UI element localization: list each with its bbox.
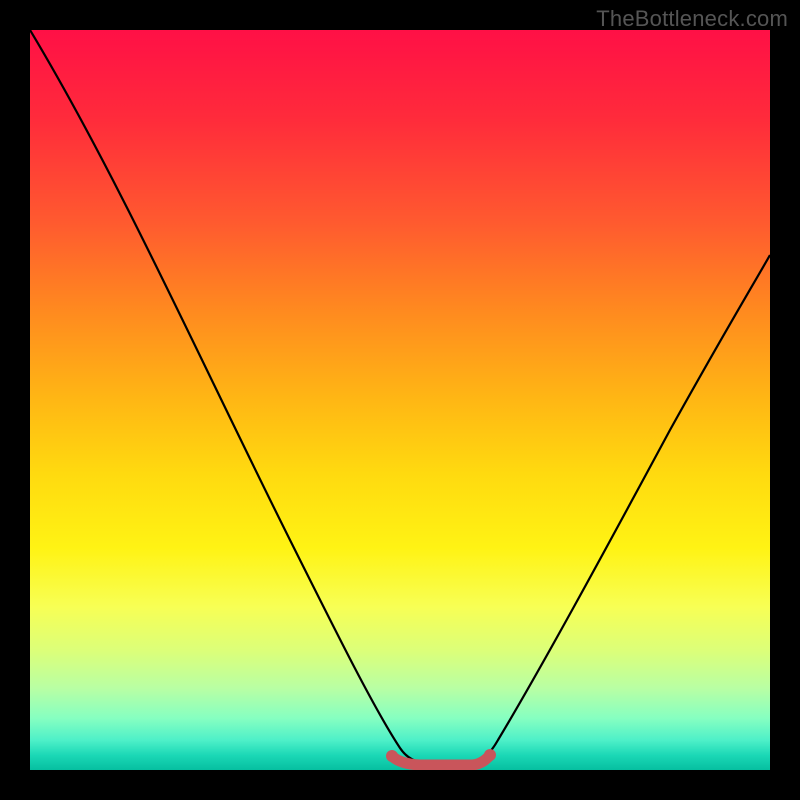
- watermark: TheBottleneck.com: [596, 6, 788, 32]
- notch-enddot: [484, 749, 496, 761]
- bottleneck-curve: [30, 30, 770, 763]
- chart-frame: TheBottleneck.com: [0, 0, 800, 800]
- curves: [30, 30, 770, 770]
- notch-startdot: [386, 750, 398, 762]
- plot-area: [30, 30, 770, 770]
